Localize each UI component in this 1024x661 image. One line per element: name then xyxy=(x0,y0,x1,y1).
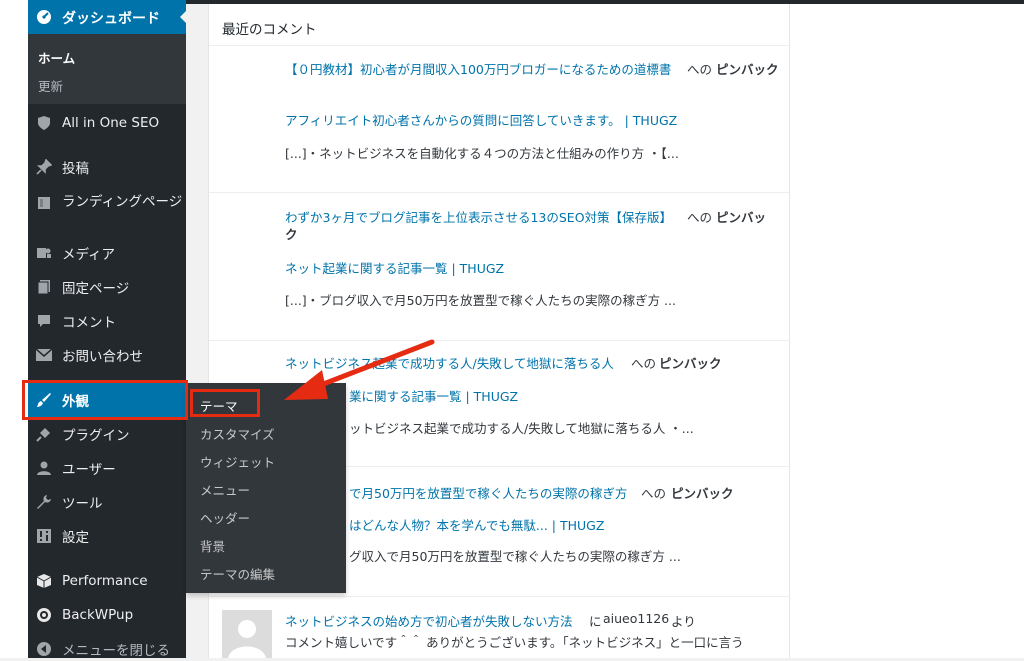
screen: ダッシュボード ホーム 更新 All in One SEO 投稿 ランディングペ… xyxy=(0,0,1024,661)
annotation-arrow xyxy=(284,339,435,400)
